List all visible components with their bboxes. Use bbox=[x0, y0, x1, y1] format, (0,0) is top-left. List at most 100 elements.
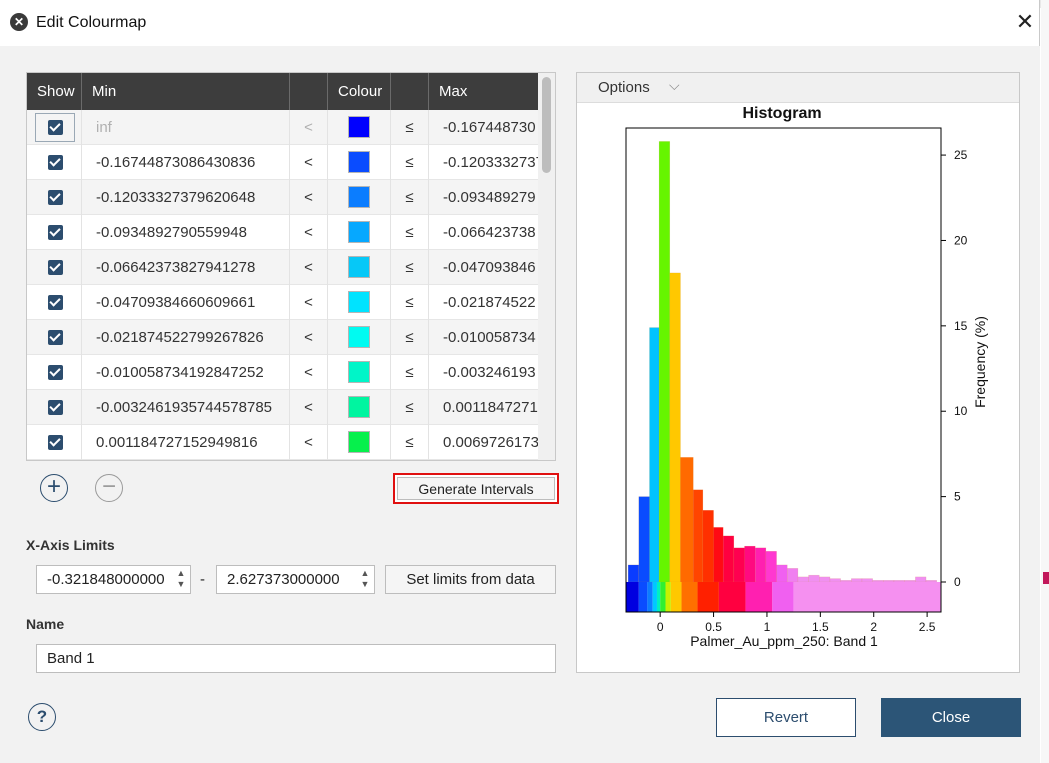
xaxis-min-spinner[interactable]: ▲ ▼ bbox=[175, 568, 187, 591]
colour-swatch[interactable] bbox=[348, 221, 370, 243]
colour-swatch[interactable] bbox=[348, 396, 370, 418]
colour-cell[interactable] bbox=[328, 110, 391, 145]
table-row[interactable]: -0.0032461935744578785 < ≤0.0011847271 bbox=[27, 390, 538, 425]
min-cell[interactable]: -0.0032461935744578785 bbox=[82, 390, 290, 425]
xaxis-max-value: 2.627373000000 bbox=[227, 571, 340, 588]
colour-cell[interactable] bbox=[328, 355, 391, 390]
help-icon[interactable]: ? bbox=[28, 703, 56, 731]
max-cell[interactable]: -0.1203332737 bbox=[429, 145, 538, 180]
max-cell[interactable]: -0.021874522 bbox=[429, 285, 538, 320]
min-cell[interactable]: 0.001184727152949816 bbox=[82, 425, 290, 460]
max-cell[interactable]: 0.0011847271 bbox=[429, 390, 538, 425]
colour-cell[interactable] bbox=[328, 215, 391, 250]
table-row[interactable]: -0.06642373827941278 < ≤ -0.047093846 bbox=[27, 250, 538, 285]
min-cell[interactable]: -0.010058734192847252 bbox=[82, 355, 290, 390]
max-cell[interactable]: -0.047093846 bbox=[429, 250, 538, 285]
colour-swatch[interactable] bbox=[348, 431, 370, 453]
show-checkbox[interactable] bbox=[48, 435, 63, 450]
min-cell[interactable]: -0.021874522799267826 bbox=[82, 320, 290, 355]
header-show[interactable]: Show bbox=[27, 73, 82, 110]
show-checkbox[interactable] bbox=[48, 155, 63, 170]
header-max[interactable]: Max bbox=[429, 73, 538, 110]
colour-cell[interactable] bbox=[328, 180, 391, 215]
options-bar[interactable]: Options ⌵ bbox=[577, 73, 1019, 103]
xaxis-max-spinner[interactable]: ▲ ▼ bbox=[359, 568, 371, 591]
generate-intervals-button[interactable]: Generate Intervals bbox=[397, 477, 555, 500]
table-scrollbar[interactable] bbox=[538, 73, 555, 460]
colour-swatch[interactable] bbox=[348, 291, 370, 313]
spin-up-icon[interactable]: ▲ bbox=[359, 568, 371, 579]
table-row[interactable]: -0.12033327379620648 < ≤ -0.093489279 bbox=[27, 180, 538, 215]
table-row[interactable]: -0.0934892790559948 < ≤ -0.066423738 bbox=[27, 215, 538, 250]
xaxis-min-value: -0.321848000000 bbox=[47, 571, 165, 588]
show-checkbox[interactable] bbox=[48, 295, 63, 310]
histogram-bar bbox=[754, 547, 767, 583]
colour-cell[interactable] bbox=[328, 285, 391, 320]
colour-cell[interactable] bbox=[328, 250, 391, 285]
title-bar: ✕ Edit Colourmap ✕ bbox=[0, 0, 1040, 46]
colour-swatch[interactable] bbox=[348, 326, 370, 348]
spin-down-icon[interactable]: ▼ bbox=[359, 579, 371, 590]
min-cell[interactable]: -0.16744873086430836 bbox=[82, 145, 290, 180]
show-checkbox[interactable] bbox=[48, 260, 63, 275]
table-scrollbar-thumb[interactable] bbox=[542, 77, 551, 173]
max-cell[interactable]: 0.0069726173 bbox=[429, 425, 538, 460]
colour-scale-segment bbox=[647, 582, 653, 612]
colour-swatch[interactable] bbox=[348, 186, 370, 208]
table-row[interactable]: -0.16744873086430836 < ≤ -0.1203332737 bbox=[27, 145, 538, 180]
colour-swatch[interactable] bbox=[348, 256, 370, 278]
colour-swatch[interactable] bbox=[348, 361, 370, 383]
name-field[interactable]: Band 1 bbox=[36, 644, 556, 673]
min-cell[interactable]: -0.12033327379620648 bbox=[82, 180, 290, 215]
xaxis-min-field[interactable]: -0.321848000000 ▲ ▼ bbox=[36, 565, 191, 594]
colour-swatch[interactable] bbox=[348, 116, 370, 138]
histogram-bar bbox=[797, 576, 809, 583]
min-cell[interactable]: inf bbox=[82, 110, 290, 145]
header-colour[interactable]: Colour bbox=[328, 73, 391, 110]
colour-cell[interactable] bbox=[328, 145, 391, 180]
table-row[interactable]: -0.010058734192847252 < ≤ -0.003246193 bbox=[27, 355, 538, 390]
colour-cell[interactable] bbox=[328, 320, 391, 355]
le-cell: ≤ bbox=[391, 285, 429, 320]
show-checkbox[interactable] bbox=[48, 330, 63, 345]
max-cell[interactable]: -0.003246193 bbox=[429, 355, 538, 390]
show-checkbox[interactable] bbox=[48, 365, 63, 380]
min-cell[interactable]: -0.06642373827941278 bbox=[82, 250, 290, 285]
show-checkbox[interactable] bbox=[48, 400, 63, 415]
table-row[interactable]: -0.021874522799267826 < ≤ -0.010058734 bbox=[27, 320, 538, 355]
close-window-icon[interactable]: ✕ bbox=[1012, 9, 1038, 35]
xaxis-max-field[interactable]: 2.627373000000 ▲ ▼ bbox=[216, 565, 375, 594]
close-button[interactable]: Close bbox=[881, 698, 1021, 737]
remove-interval-button[interactable]: − bbox=[95, 474, 123, 502]
show-checkbox[interactable] bbox=[48, 190, 63, 205]
max-cell[interactable]: -0.093489279 bbox=[429, 180, 538, 215]
colour-cell[interactable] bbox=[328, 425, 391, 460]
table-row[interactable]: inf < ≤ -0.167448730 bbox=[27, 110, 538, 145]
spin-down-icon[interactable]: ▼ bbox=[175, 579, 187, 590]
min-cell[interactable]: -0.04709384660609661 bbox=[82, 285, 290, 320]
colour-scale-segment bbox=[670, 582, 682, 612]
le-cell: ≤ bbox=[391, 145, 429, 180]
set-limits-from-data-button[interactable]: Set limits from data bbox=[385, 565, 556, 594]
colour-cell[interactable] bbox=[328, 390, 391, 425]
x-axis-label: Palmer_Au_ppm_250: Band 1 bbox=[690, 633, 878, 649]
max-cell[interactable]: -0.167448730 bbox=[429, 110, 538, 145]
show-checkbox[interactable] bbox=[48, 120, 63, 135]
chevron-down-icon[interactable]: ⌵ bbox=[669, 77, 680, 94]
options-menu[interactable]: Options bbox=[598, 79, 650, 96]
show-checkbox[interactable] bbox=[48, 225, 63, 240]
colour-scale-segment bbox=[793, 582, 941, 612]
histogram-bar bbox=[669, 272, 681, 583]
min-cell[interactable]: -0.0934892790559948 bbox=[82, 215, 290, 250]
le-cell: ≤ bbox=[391, 180, 429, 215]
revert-button[interactable]: Revert bbox=[716, 698, 856, 737]
spin-up-icon[interactable]: ▲ bbox=[175, 568, 187, 579]
table-row[interactable]: -0.04709384660609661 < ≤ -0.021874522 bbox=[27, 285, 538, 320]
le-cell: ≤ bbox=[391, 215, 429, 250]
max-cell[interactable]: -0.066423738 bbox=[429, 215, 538, 250]
table-row[interactable]: 0.001184727152949816 < ≤0.0069726173 bbox=[27, 425, 538, 460]
header-min[interactable]: Min bbox=[82, 73, 290, 110]
add-interval-button[interactable]: + bbox=[40, 474, 68, 502]
max-cell[interactable]: -0.010058734 bbox=[429, 320, 538, 355]
colour-swatch[interactable] bbox=[348, 151, 370, 173]
